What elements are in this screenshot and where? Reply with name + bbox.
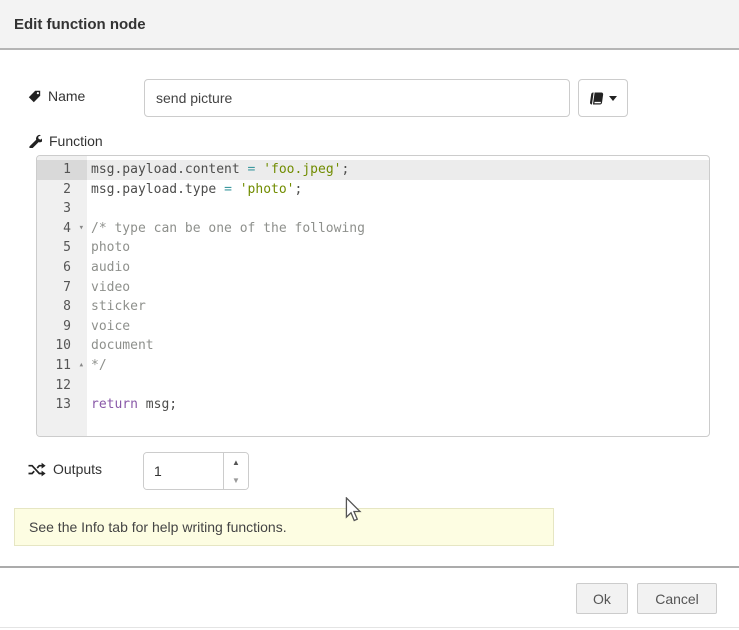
code-line[interactable]: 10document: [37, 336, 709, 356]
code-editor-lines: 1msg.payload.content = 'foo.jpeg';2msg.p…: [37, 156, 709, 415]
code-line[interactable]: 8sticker: [37, 297, 709, 317]
info-tip: See the Info tab for help writing functi…: [14, 508, 554, 546]
code-line[interactable]: 13return msg;: [37, 395, 709, 415]
code-line[interactable]: 9voice: [37, 317, 709, 337]
outputs-label-text: Outputs: [53, 461, 102, 477]
spinner-down-button[interactable]: ▼: [224, 471, 248, 489]
chevron-down-icon: [609, 96, 617, 101]
line-number[interactable]: 5: [37, 238, 87, 258]
name-label-text: Name: [48, 88, 85, 104]
code-line-text: audio: [87, 258, 130, 278]
code-line-text: voice: [87, 317, 130, 337]
outputs-spinner: ▲ ▼: [223, 453, 248, 489]
ok-button[interactable]: Ok: [576, 583, 628, 614]
code-line-text: video: [87, 278, 130, 298]
outputs-input[interactable]: [144, 453, 223, 489]
line-number[interactable]: 9: [37, 317, 87, 337]
code-line[interactable]: 3: [37, 199, 709, 219]
dialog-title: Edit function node: [14, 16, 146, 33]
line-number[interactable]: 3: [37, 199, 87, 219]
line-number[interactable]: 6: [37, 258, 87, 278]
code-line[interactable]: 7video: [37, 278, 709, 298]
code-line-text: */: [87, 356, 107, 376]
code-line[interactable]: 11▴*/: [37, 356, 709, 376]
edit-function-node-dialog: Edit function node Name Function 1msg.pa…: [0, 0, 739, 630]
code-line[interactable]: 6audio: [37, 258, 709, 278]
line-number[interactable]: 2: [37, 180, 87, 200]
fold-close-icon[interactable]: ▴: [79, 356, 84, 376]
code-line[interactable]: 12: [37, 376, 709, 396]
code-line-text: /* type can be one of the following: [87, 219, 365, 239]
code-line-text: msg.payload.content = 'foo.jpeg';: [87, 160, 349, 180]
dialog-header: Edit function node: [0, 0, 739, 50]
line-number[interactable]: 12: [37, 376, 87, 396]
function-label: Function: [28, 133, 103, 149]
name-input[interactable]: [144, 79, 570, 117]
line-number[interactable]: 13: [37, 395, 87, 415]
code-line-text: return msg;: [87, 395, 177, 415]
fold-open-icon[interactable]: ▾: [79, 219, 84, 239]
line-number[interactable]: 1: [37, 160, 87, 180]
code-line-text: [87, 199, 91, 219]
code-line[interactable]: 2msg.payload.type = 'photo';: [37, 180, 709, 200]
info-tip-text: See the Info tab for help writing functi…: [29, 519, 287, 535]
tag-icon: [28, 90, 41, 103]
code-line[interactable]: 1msg.payload.content = 'foo.jpeg';: [37, 160, 709, 180]
line-number[interactable]: 8: [37, 297, 87, 317]
code-line-text: photo: [87, 238, 130, 258]
code-line-text: msg.payload.type = 'photo';: [87, 180, 302, 200]
dialog-bottom-border: [0, 627, 739, 628]
line-number[interactable]: 4▾: [37, 219, 87, 239]
line-number[interactable]: 11▴: [37, 356, 87, 376]
outputs-label: Outputs: [28, 461, 102, 477]
name-label: Name: [28, 88, 85, 104]
shuffle-icon: [28, 462, 46, 477]
code-line[interactable]: 4▾/* type can be one of the following: [37, 219, 709, 239]
book-icon: [589, 92, 604, 105]
spinner-up-button[interactable]: ▲: [224, 453, 248, 471]
code-line-text: sticker: [87, 297, 146, 317]
code-editor[interactable]: 1msg.payload.content = 'foo.jpeg';2msg.p…: [36, 155, 710, 437]
outputs-field: ▲ ▼: [143, 452, 249, 490]
footer-separator: [0, 566, 739, 568]
code-line[interactable]: 5photo: [37, 238, 709, 258]
line-number[interactable]: 7: [37, 278, 87, 298]
wrench-icon: [28, 134, 42, 148]
library-button[interactable]: [578, 79, 628, 117]
line-number[interactable]: 10: [37, 336, 87, 356]
code-line-text: document: [87, 336, 154, 356]
cancel-button[interactable]: Cancel: [637, 583, 717, 614]
function-label-text: Function: [49, 133, 103, 149]
code-line-text: [87, 376, 91, 396]
